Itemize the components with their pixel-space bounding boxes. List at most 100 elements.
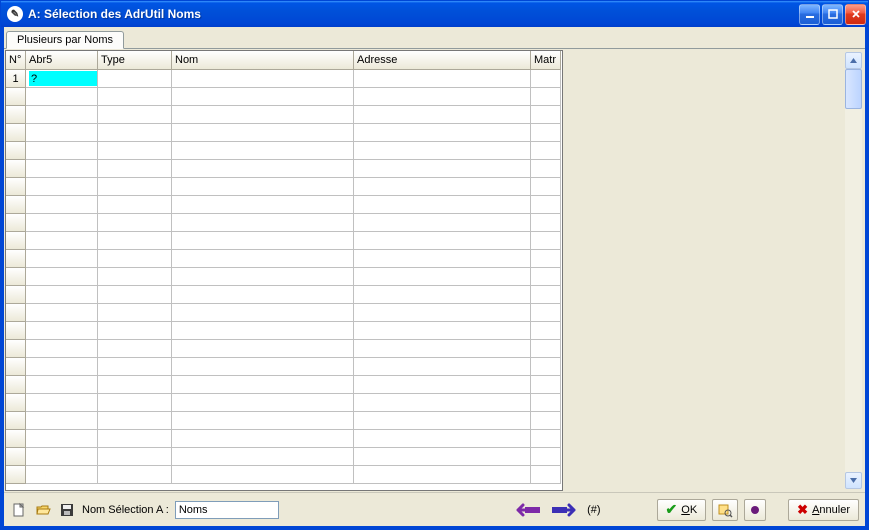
row-number[interactable] xyxy=(6,160,26,178)
row-number[interactable] xyxy=(6,430,26,448)
table-row[interactable] xyxy=(6,376,562,394)
grid[interactable]: N° Abr5 Type Nom Adresse Matr 1… xyxy=(5,50,563,491)
cell-matr[interactable] xyxy=(531,466,561,484)
row-number[interactable] xyxy=(6,196,26,214)
cell-type[interactable] xyxy=(98,142,172,160)
grid-body[interactable]: 1… xyxy=(6,70,562,490)
cell-matr[interactable] xyxy=(531,268,561,286)
selection-name-input[interactable] xyxy=(175,501,279,519)
table-row[interactable] xyxy=(6,322,562,340)
scroll-up-button[interactable] xyxy=(845,52,862,69)
cell-abr5[interactable] xyxy=(26,430,98,448)
cell-type[interactable] xyxy=(98,250,172,268)
cell-nom[interactable] xyxy=(172,142,354,160)
cell-type[interactable] xyxy=(98,466,172,484)
cell-adresse[interactable] xyxy=(354,304,531,322)
cell-type[interactable] xyxy=(98,106,172,124)
cell-type[interactable] xyxy=(98,376,172,394)
cell-abr5[interactable] xyxy=(26,268,98,286)
open-button[interactable] xyxy=(34,501,52,519)
cell-abr5[interactable] xyxy=(26,394,98,412)
minimize-button[interactable] xyxy=(799,4,820,25)
col-header-type[interactable]: Type xyxy=(98,51,172,70)
cell-matr[interactable] xyxy=(531,250,561,268)
ok-button[interactable]: ✔ OK xyxy=(657,499,707,521)
cell-type[interactable] xyxy=(98,394,172,412)
cell-nom[interactable] xyxy=(172,358,354,376)
cell-adresse[interactable] xyxy=(354,160,531,178)
row-number[interactable] xyxy=(6,340,26,358)
table-row[interactable] xyxy=(6,88,562,106)
row-number[interactable] xyxy=(6,358,26,376)
col-header-nom[interactable]: Nom xyxy=(172,51,354,70)
table-row[interactable] xyxy=(6,178,562,196)
row-number[interactable] xyxy=(6,178,26,196)
cell-adresse[interactable] xyxy=(354,448,531,466)
cell-abr5[interactable] xyxy=(26,88,98,106)
cell-adresse[interactable] xyxy=(354,268,531,286)
row-number[interactable] xyxy=(6,286,26,304)
cell-adresse[interactable] xyxy=(354,322,531,340)
row-number[interactable] xyxy=(6,412,26,430)
cell-matr[interactable] xyxy=(531,142,561,160)
row-number[interactable]: 1 xyxy=(6,70,26,88)
new-button[interactable] xyxy=(10,501,28,519)
cell-adresse[interactable] xyxy=(354,232,531,250)
table-row[interactable] xyxy=(6,394,562,412)
cell-matr[interactable] xyxy=(531,340,561,358)
cell-abr5[interactable] xyxy=(26,106,98,124)
cell-nom[interactable] xyxy=(172,250,354,268)
cell-adresse[interactable] xyxy=(354,214,531,232)
cell-matr[interactable] xyxy=(531,430,561,448)
cell-matr[interactable] xyxy=(531,412,561,430)
cell-matr[interactable] xyxy=(531,160,561,178)
cell-abr5[interactable] xyxy=(26,466,98,484)
table-row[interactable] xyxy=(6,214,562,232)
cell-adresse[interactable] xyxy=(354,250,531,268)
scroll-down-button[interactable] xyxy=(845,472,862,489)
col-header-adresse[interactable]: Adresse xyxy=(354,51,531,70)
cell-type[interactable] xyxy=(98,88,172,106)
cell-matr[interactable] xyxy=(531,448,561,466)
tab-plusieurs-par-noms[interactable]: Plusieurs par Noms xyxy=(6,31,124,49)
cell-adresse[interactable] xyxy=(354,106,531,124)
cell-adresse[interactable] xyxy=(354,142,531,160)
cell-nom[interactable] xyxy=(172,232,354,250)
cell-adresse[interactable] xyxy=(354,70,531,88)
row-number[interactable] xyxy=(6,232,26,250)
cell-abr5[interactable] xyxy=(26,304,98,322)
col-header-abr5[interactable]: Abr5 xyxy=(26,51,98,70)
row-number[interactable] xyxy=(6,322,26,340)
cell-type[interactable] xyxy=(98,412,172,430)
cell-matr[interactable] xyxy=(531,214,561,232)
prev-button[interactable] xyxy=(515,500,543,520)
cell-nom[interactable] xyxy=(172,124,354,142)
cell-nom[interactable] xyxy=(172,268,354,286)
cell-matr[interactable] xyxy=(531,394,561,412)
cell-nom[interactable] xyxy=(172,466,354,484)
cell-nom[interactable] xyxy=(172,160,354,178)
col-header-num[interactable]: N° xyxy=(6,51,26,70)
cell-abr5[interactable] xyxy=(26,196,98,214)
cell-matr[interactable] xyxy=(531,178,561,196)
cell-nom[interactable] xyxy=(172,196,354,214)
row-number[interactable] xyxy=(6,214,26,232)
vertical-scrollbar[interactable] xyxy=(845,52,862,489)
cell-type[interactable] xyxy=(98,430,172,448)
cell-abr5[interactable] xyxy=(26,358,98,376)
row-number[interactable] xyxy=(6,142,26,160)
maximize-button[interactable] xyxy=(822,4,843,25)
cell-abr5[interactable] xyxy=(26,178,98,196)
cell-type[interactable] xyxy=(98,340,172,358)
cell-adresse[interactable] xyxy=(354,196,531,214)
scroll-thumb[interactable] xyxy=(845,69,862,109)
table-row[interactable] xyxy=(6,412,562,430)
cell-abr5[interactable] xyxy=(26,286,98,304)
cell-adresse[interactable] xyxy=(354,430,531,448)
cell-matr[interactable] xyxy=(531,232,561,250)
cell-type[interactable] xyxy=(98,196,172,214)
table-row[interactable] xyxy=(6,160,562,178)
cell-matr[interactable] xyxy=(531,70,561,88)
cancel-button[interactable]: ✖ Annuler xyxy=(788,499,859,521)
cell-abr5[interactable]: … xyxy=(26,70,98,88)
